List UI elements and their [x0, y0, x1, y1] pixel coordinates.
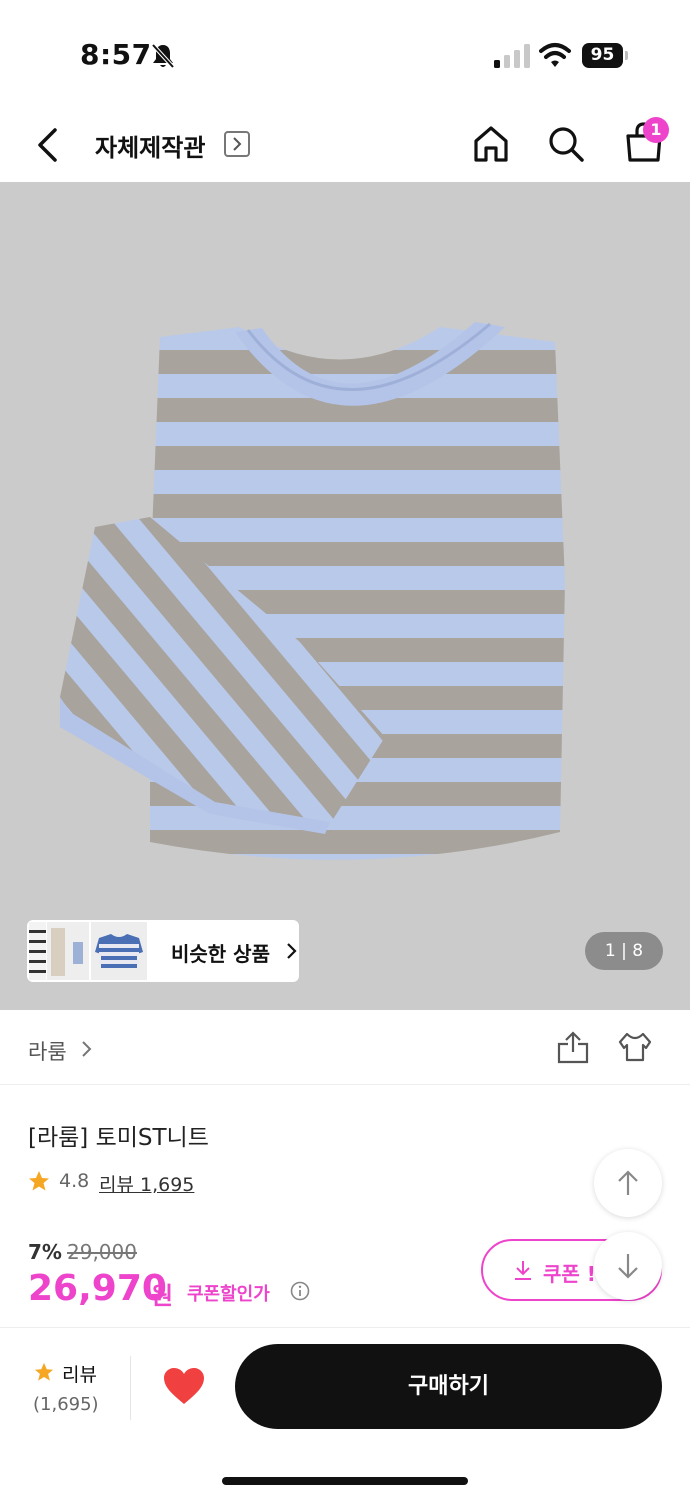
coupon-button-label: 쿠폰 ! [543, 1262, 596, 1286]
arrow-up-icon [618, 1170, 638, 1195]
similar-thumbnail [29, 922, 46, 980]
battery-level: 95 [582, 43, 623, 68]
status-time: 8:57 [80, 38, 152, 71]
home-icon[interactable] [471, 124, 511, 164]
buy-button[interactable]: 구매하기 [235, 1344, 662, 1429]
discount-rate: 7% [28, 1240, 62, 1264]
similar-thumbnail [47, 922, 89, 980]
review-count-link[interactable]: 리뷰 1,695 [99, 1170, 194, 1197]
chevron-right-icon[interactable] [80, 1040, 94, 1058]
review-tab-count[interactable]: (1,695) [33, 1394, 99, 1415]
scroll-bottom-button[interactable] [594, 1232, 662, 1300]
chevron-right-icon [287, 943, 297, 959]
brand-link[interactable]: 라룸 [28, 1036, 67, 1066]
product-image-gallery[interactable]: 비슷한 상품 1 | 8 [0, 182, 690, 1010]
product-title: [라룸] 토미ST니트 [28, 1125, 209, 1151]
divider [130, 1356, 131, 1420]
battery-indicator: 95 [582, 43, 628, 68]
fitting-hanger-icon[interactable] [616, 1030, 654, 1064]
download-icon [515, 1261, 531, 1280]
sale-price: 26,970 [28, 1268, 167, 1309]
wifi-icon [539, 43, 571, 67]
review-tab-label[interactable]: 리뷰 [62, 1360, 97, 1387]
original-price: 29,000 [67, 1240, 137, 1264]
image-counter: 1 | 8 [585, 932, 663, 970]
similar-products-label: 비슷한 상품 [171, 942, 270, 966]
product-photo [0, 182, 690, 1010]
bell-slash-icon [151, 43, 175, 69]
home-indicator [222, 1477, 468, 1485]
star-icon [34, 1362, 54, 1381]
brand-row: 라룸 [0, 1010, 690, 1085]
similar-products-button[interactable]: 비슷한 상품 [27, 920, 299, 982]
scroll-top-button[interactable] [594, 1149, 662, 1217]
cellular-signal-icon [494, 44, 530, 68]
coupon-price-label: 쿠폰할인가 [187, 1284, 270, 1305]
heart-icon[interactable] [162, 1366, 206, 1406]
store-title[interactable]: 자체제작관 [95, 128, 205, 163]
search-icon[interactable] [546, 124, 586, 164]
top-nav: 자체제작관 1 [0, 110, 690, 182]
share-icon[interactable] [556, 1030, 590, 1064]
battery-cap [625, 51, 628, 60]
status-bar: 8:57 95 [0, 0, 690, 110]
back-chevron-icon[interactable] [28, 122, 68, 168]
star-icon [29, 1171, 49, 1191]
arrow-down-icon [618, 1254, 638, 1279]
cart-count-badge: 1 [643, 117, 669, 143]
price-currency: 원 [151, 1282, 174, 1310]
bottom-action-bar: 리뷰 (1,695) 구매하기 [0, 1327, 690, 1500]
info-icon[interactable] [290, 1281, 310, 1301]
store-chevron-icon[interactable] [224, 131, 250, 157]
rating-value: 4.8 [59, 1170, 90, 1192]
similar-thumbnail [91, 922, 147, 980]
